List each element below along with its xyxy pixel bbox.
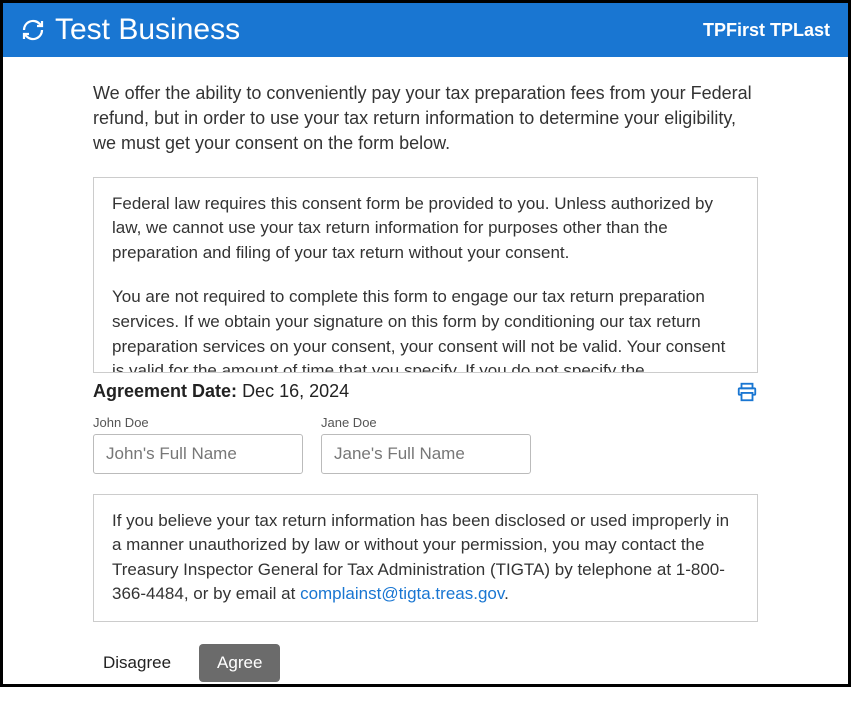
- disagree-button[interactable]: Disagree: [93, 644, 181, 682]
- agreement-date: Agreement Date: Dec 16, 2024: [93, 381, 349, 402]
- disclosure-box: If you believe your tax return informati…: [93, 494, 758, 623]
- header-left: Test Business: [21, 13, 240, 47]
- consent-para-1: Federal law requires this consent form b…: [112, 192, 739, 266]
- disclosure-text-after: .: [504, 584, 509, 603]
- disclosure-email-link[interactable]: complainst@tigta.treas.gov: [300, 584, 504, 603]
- header: Test Business TPFirst TPLast: [3, 3, 848, 57]
- print-icon[interactable]: [736, 381, 758, 403]
- primary-field-group: John Doe: [93, 415, 303, 474]
- agreement-row: Agreement Date: Dec 16, 2024: [93, 381, 758, 403]
- name-fields: John Doe Jane Doe: [93, 415, 758, 474]
- secondary-name-label: Jane Doe: [321, 415, 531, 430]
- primary-name-input[interactable]: [93, 434, 303, 474]
- consent-para-2: You are not required to complete this fo…: [112, 285, 739, 372]
- button-row: Disagree Agree: [93, 644, 758, 682]
- agree-button[interactable]: Agree: [199, 644, 280, 682]
- user-name: TPFirst TPLast: [703, 20, 830, 41]
- secondary-name-input[interactable]: [321, 434, 531, 474]
- refresh-icon: [21, 18, 45, 42]
- intro-text: We offer the ability to conveniently pay…: [93, 81, 758, 157]
- content: We offer the ability to conveniently pay…: [3, 57, 848, 702]
- agreement-date-label: Agreement Date:: [93, 381, 237, 401]
- agreement-date-value: Dec 16, 2024: [242, 381, 349, 401]
- primary-name-label: John Doe: [93, 415, 303, 430]
- secondary-field-group: Jane Doe: [321, 415, 531, 474]
- business-name: Test Business: [55, 13, 240, 47]
- consent-box[interactable]: Federal law requires this consent form b…: [93, 177, 758, 373]
